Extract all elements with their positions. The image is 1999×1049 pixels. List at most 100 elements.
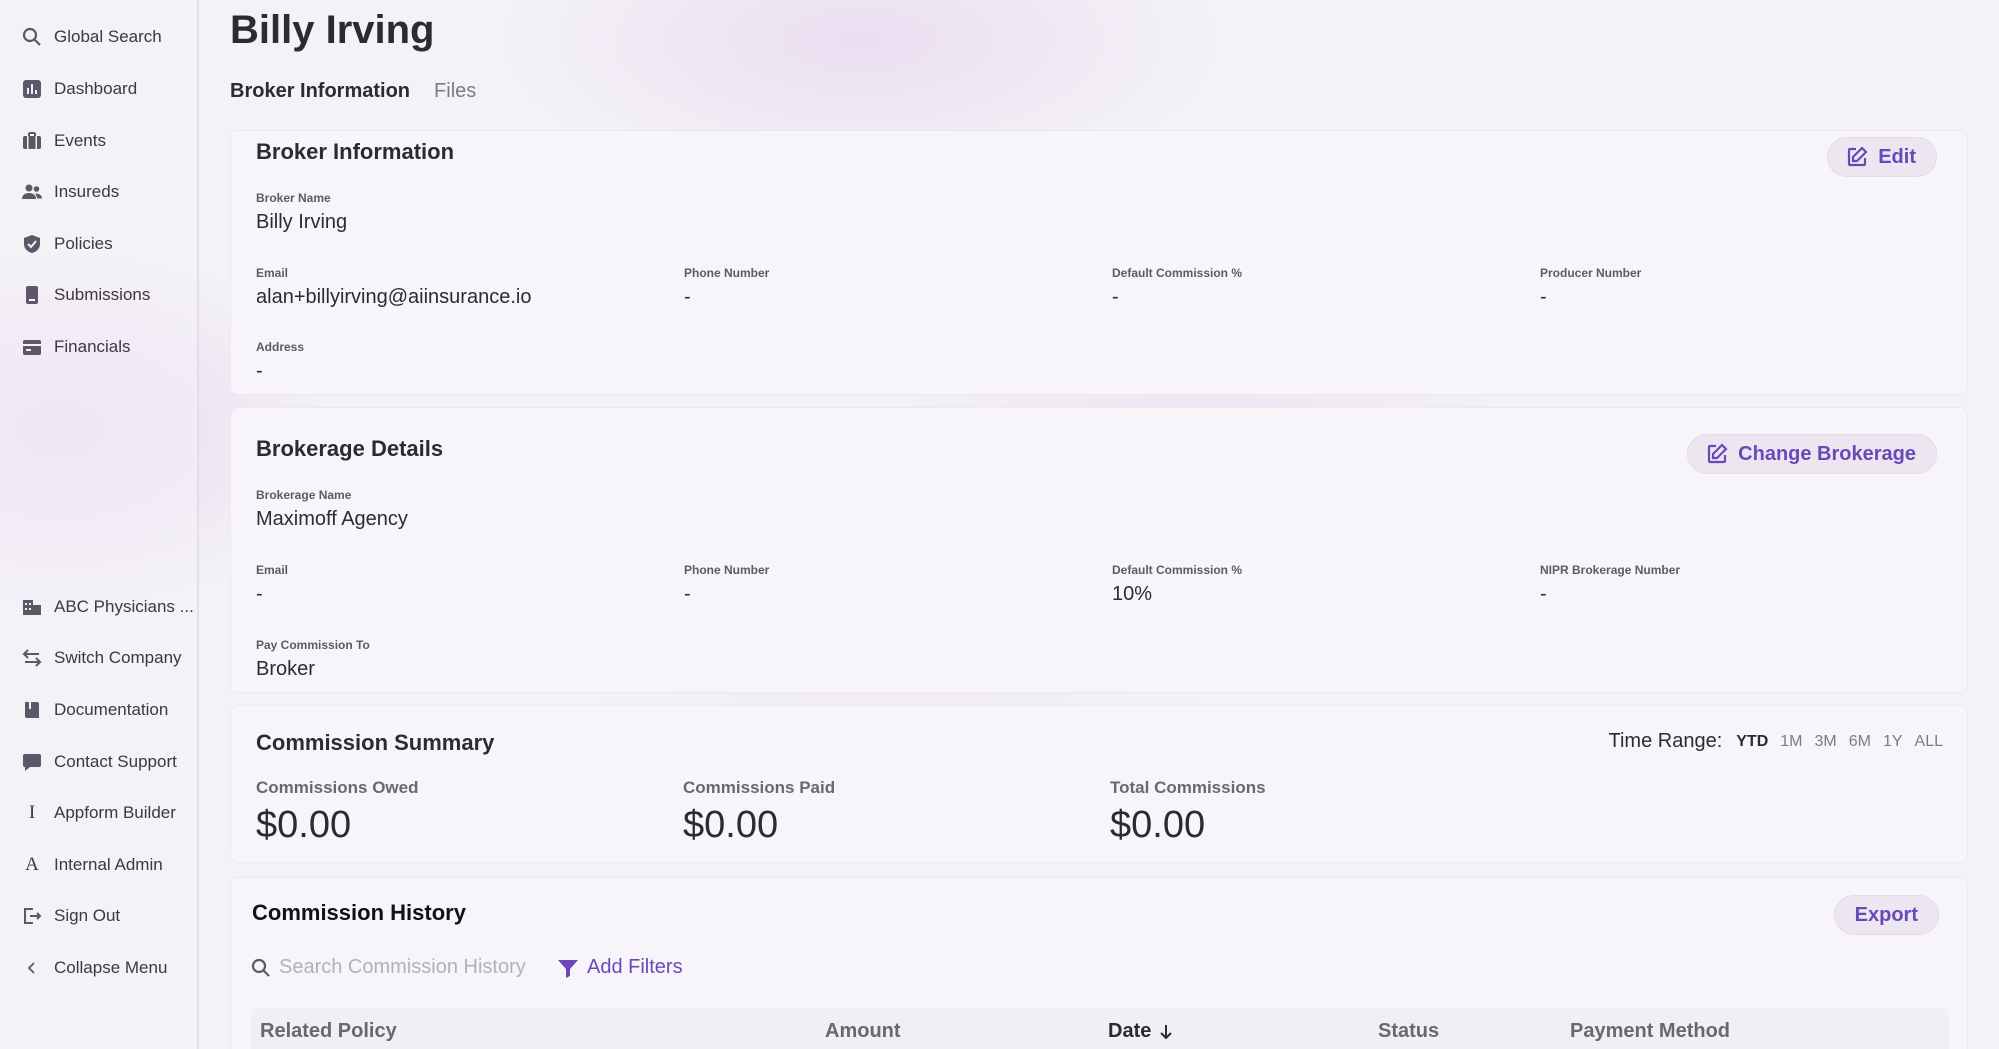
column-amount[interactable]: Amount [825, 1020, 901, 1043]
sidebar-item-policies[interactable]: Policies [22, 227, 198, 261]
broker-email-field: Email alan+billyirving@aiinsurance.io [256, 266, 531, 309]
range-option-1m[interactable]: 1M [1780, 733, 1802, 751]
field-value: - [1540, 286, 1547, 308]
sidebar-item-dashboard[interactable]: Dashboard [22, 72, 198, 106]
export-button[interactable]: Export [1833, 895, 1939, 935]
total-commissions-metric: Total Commissions $0.00 [1110, 778, 1266, 847]
broker-commission-field: Default Commission % - [1112, 266, 1242, 309]
sidebar-item-label: Contact Support [54, 752, 177, 771]
sidebar-item-label: Switch Company [54, 648, 182, 667]
change-brokerage-label: Change Brokerage [1738, 442, 1916, 465]
letter-i-icon: I [28, 802, 36, 823]
nipr-number-field: NIPR Brokerage Number - [1540, 563, 1680, 606]
brokerage-name-field: Brokerage Name Maximoff Agency [256, 488, 408, 531]
field-label: Email [256, 563, 289, 577]
sidebar-item-label: Collapse Menu [54, 958, 168, 977]
sidebar-item-label: Internal Admin [54, 855, 163, 874]
card-icon [22, 337, 42, 357]
edit-icon [1708, 443, 1728, 464]
filter-icon [558, 959, 578, 978]
commissions-paid-metric: Commissions Paid $0.00 [683, 778, 835, 847]
field-label: Email [256, 266, 289, 280]
field-label: Brokerage Name [256, 488, 352, 502]
sidebar-item-internal-admin[interactable]: A Internal Admin [22, 848, 198, 882]
column-related-policy[interactable]: Related Policy [260, 1020, 397, 1043]
sidebar-item-label: Policies [54, 234, 113, 253]
search-icon [251, 958, 270, 977]
field-label: Broker Name [256, 191, 331, 205]
field-value: Billy Irving [256, 211, 348, 233]
metric-label: Total Commissions [1110, 778, 1266, 797]
main-content: Billy Irving Broker Information Files Br… [230, 0, 1999, 1049]
sidebar-item-switch-company[interactable]: Switch Company [22, 641, 198, 675]
export-button-label: Export [1854, 903, 1918, 926]
commission-history-card: Commission History Export Add Filters Re… [230, 877, 1968, 1049]
search-bar [251, 956, 539, 979]
metric-value: $0.00 [256, 804, 352, 846]
chat-icon [22, 752, 42, 772]
brokerage-email-field: Email - [256, 563, 288, 606]
range-option-3m[interactable]: 3M [1814, 733, 1836, 751]
range-option-all[interactable]: ALL [1915, 733, 1943, 751]
shield-icon [22, 234, 42, 254]
range-option-6m[interactable]: 6M [1849, 733, 1871, 751]
sidebar-item-collapse-menu[interactable]: Collapse Menu [22, 951, 198, 985]
sidebar-item-label: Sign Out [54, 906, 121, 925]
metric-value: $0.00 [683, 804, 779, 846]
add-filters-label: Add Filters [587, 956, 683, 978]
broker-information-card: Broker Information Edit Broker Name Bill… [230, 130, 1968, 395]
change-brokerage-button[interactable]: Change Brokerage [1687, 434, 1937, 474]
card-title: Commission Summary [256, 730, 495, 755]
sidebar-item-label: Insureds [54, 182, 120, 201]
column-date[interactable]: Date [1108, 1020, 1175, 1043]
sidebar-item-company[interactable]: ABC Physicians ... [22, 590, 198, 624]
field-value: - [256, 360, 263, 382]
sidebar-item-appform-builder[interactable]: I Appform Builder [22, 796, 198, 830]
sidebar-item-documentation[interactable]: Documentation [22, 693, 198, 727]
field-label: Producer Number [1540, 266, 1642, 280]
pay-commission-field: Pay Commission To Broker [256, 638, 370, 681]
briefcase-icon [22, 131, 42, 151]
field-label: Phone Number [684, 563, 770, 577]
sidebar-item-submissions[interactable]: Submissions [22, 278, 198, 312]
tab-files[interactable]: Files [434, 80, 476, 103]
field-label: Address [256, 340, 305, 354]
column-status[interactable]: Status [1378, 1020, 1439, 1043]
sidebar-item-label: Appform Builder [54, 803, 176, 822]
add-filters-button[interactable]: Add Filters [557, 956, 683, 979]
search-input[interactable] [279, 956, 539, 979]
field-value: - [1540, 583, 1547, 605]
card-title: Broker Information [256, 139, 455, 164]
sidebar-item-contact-support[interactable]: Contact Support [22, 745, 198, 779]
field-value: 10% [1112, 583, 1153, 605]
edit-button[interactable]: Edit [1827, 137, 1937, 177]
sidebar-item-label: Dashboard [54, 79, 138, 98]
sidebar-item-sign-out[interactable]: Sign Out [22, 899, 198, 933]
broker-address-field: Address - [256, 340, 304, 383]
broker-phone-field: Phone Number - [684, 266, 769, 309]
book-icon [22, 700, 42, 720]
table-header: Related Policy Amount Date Status Paymen… [251, 1008, 1949, 1049]
commission-summary-card: Commission Summary Time Range: YTD 1M 3M… [230, 705, 1968, 863]
sidebar-item-global-search[interactable]: Global Search [22, 20, 198, 54]
sidebar-item-financials[interactable]: Financials [22, 330, 198, 364]
arrow-down-icon [1160, 1024, 1173, 1039]
range-option-ytd[interactable]: YTD [1736, 733, 1768, 751]
sidebar-item-events[interactable]: Events [22, 124, 198, 158]
sidebar-item-label: Submissions [54, 285, 151, 304]
edit-button-label: Edit [1878, 145, 1916, 168]
brokerage-details-card: Brokerage Details Change Brokerage Broke… [230, 407, 1968, 693]
metric-label: Commissions Paid [683, 778, 836, 797]
range-option-1y[interactable]: 1Y [1883, 733, 1903, 751]
brokerage-phone-field: Phone Number - [684, 563, 769, 606]
sidebar: Global Search Dashboard Events Insureds … [0, 0, 199, 1049]
sidebar-item-insureds[interactable]: Insureds [22, 175, 198, 209]
field-value: - [684, 583, 691, 605]
tab-broker-information[interactable]: Broker Information [230, 80, 410, 103]
letter-a-icon: A [25, 854, 39, 875]
column-payment-method[interactable]: Payment Method [1570, 1020, 1730, 1043]
brokerage-commission-field: Default Commission % 10% [1112, 563, 1242, 606]
field-value: - [684, 286, 691, 308]
column-label: Date [1108, 1020, 1152, 1042]
field-label: NIPR Brokerage Number [1540, 563, 1681, 577]
